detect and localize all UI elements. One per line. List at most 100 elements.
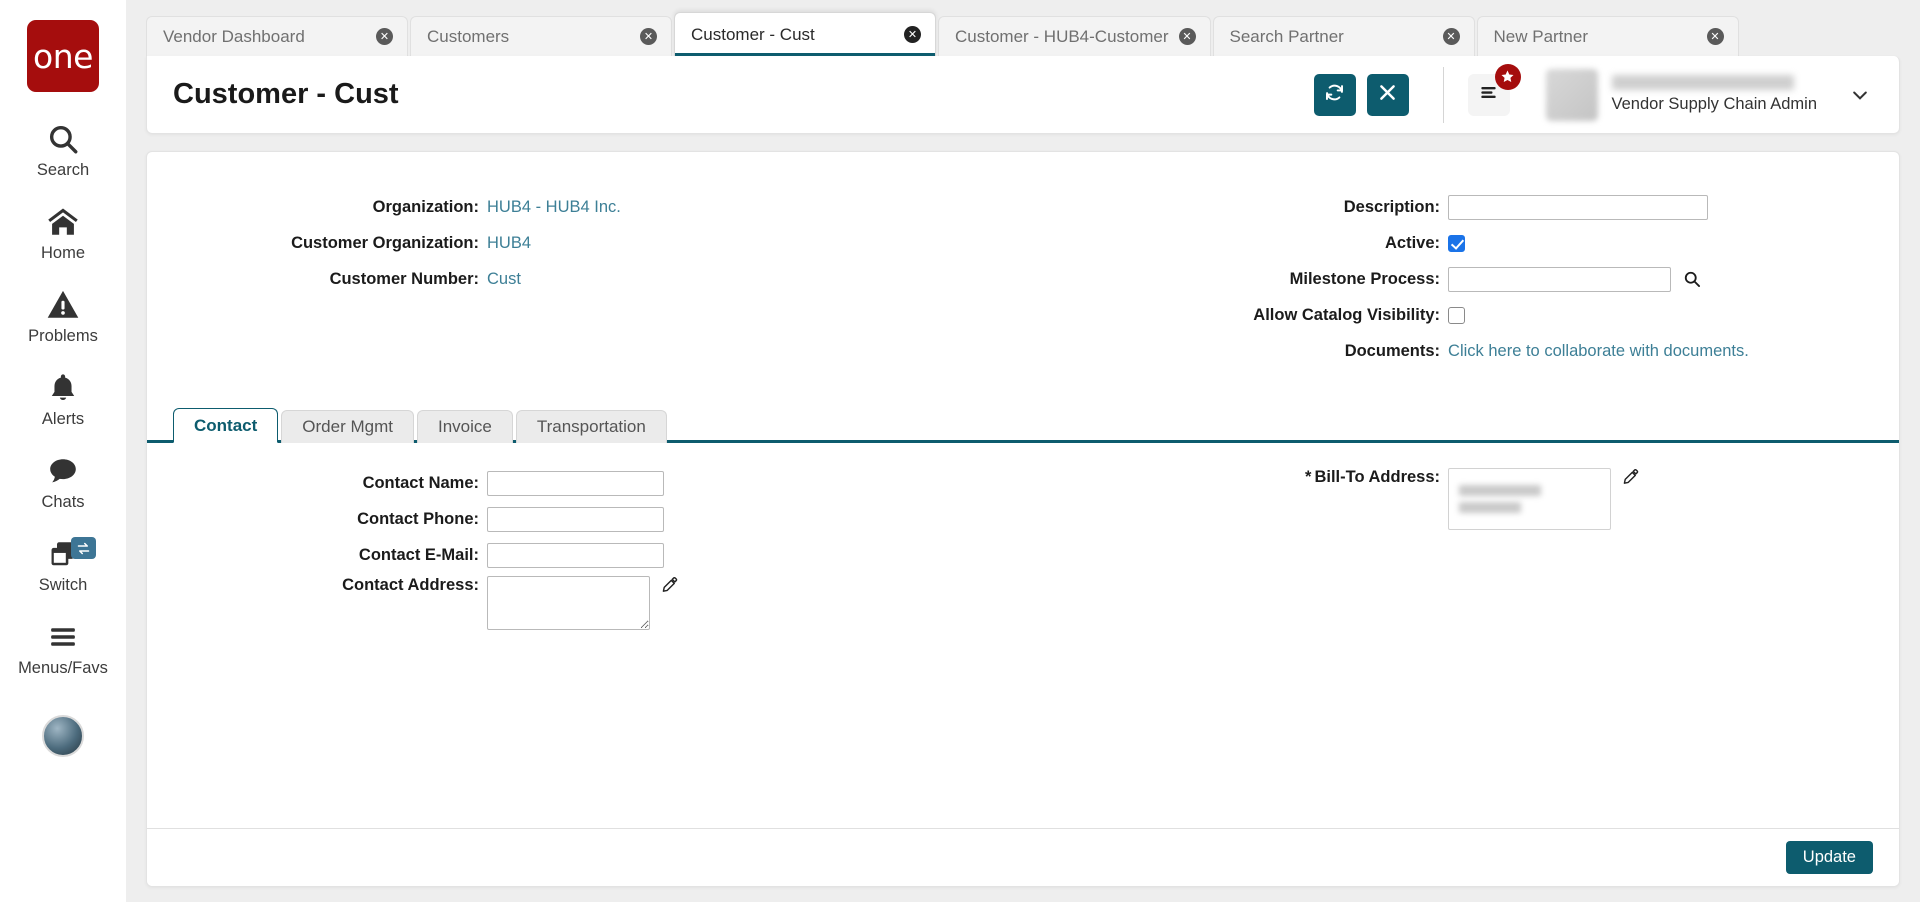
customer-detail-form: Organization: HUB4 - HUB4 Inc. Customer …: [147, 152, 1899, 372]
field-label: Milestone Process:: [1289, 269, 1441, 288]
tab-label: Customer - HUB4-Customer: [955, 26, 1169, 46]
documents-collaborate-link[interactable]: Click here to collaborate with documents…: [1448, 342, 1749, 361]
tab-invoice[interactable]: Invoice: [416, 410, 513, 443]
sidebar-item-home[interactable]: Home: [0, 203, 126, 263]
tab-new-partner[interactable]: New Partner ✕: [1476, 16, 1739, 56]
form-column-right: Description: Active: Milestone Process:: [1058, 192, 1899, 372]
sidebar-item-menus-favs[interactable]: Menus/Favs: [0, 618, 126, 678]
tab-label: New Partner: [1493, 26, 1588, 46]
hamburger-icon: [46, 618, 80, 656]
chat-bubble-icon: [46, 452, 80, 490]
tab-label: Customers: [427, 26, 510, 46]
header-divider: [1442, 66, 1444, 123]
magnifier-icon[interactable]: [1682, 269, 1702, 289]
form-column-left: Organization: HUB4 - HUB4 Inc. Customer …: [147, 192, 1058, 372]
field-contact-phone: Contact Phone:: [147, 504, 1058, 534]
tab-order-mgmt[interactable]: Order Mgmt: [281, 410, 414, 443]
sidebar-item-label: Problems: [28, 327, 98, 345]
swap-arrows-icon[interactable]: [71, 537, 96, 559]
field-contact-address: Contact Address:: [147, 576, 1058, 630]
field-label: Contact E-Mail:: [358, 545, 479, 564]
sidebar-item-chats[interactable]: Chats: [0, 452, 126, 512]
field-label: Description:: [1343, 197, 1441, 216]
field-active: Active:: [1058, 228, 1899, 258]
field-documents: Documents: Click here to collaborate wit…: [1058, 336, 1899, 366]
tab-search-partner[interactable]: Search Partner ✕: [1212, 16, 1475, 56]
contact-name-input[interactable]: [487, 470, 664, 496]
tab-contact[interactable]: Contact: [173, 408, 279, 443]
edit-pencil-icon[interactable]: [1622, 468, 1640, 486]
tab-vendor-dashboard[interactable]: Vendor Dashboard ✕: [146, 16, 408, 56]
refresh-icon: [1324, 82, 1345, 108]
contact-fields-left: Contact Name: Contact Phone: Contact E-M…: [147, 468, 1058, 636]
active-checkbox[interactable]: [1448, 234, 1466, 252]
sidebar-item-alerts[interactable]: Alerts: [0, 369, 126, 429]
edit-pencil-icon[interactable]: [661, 576, 679, 594]
page-title: Customer - Cust: [173, 78, 399, 110]
application-root: one Search Home Problems Alerts Chats Sw…: [0, 0, 1920, 902]
organization-link[interactable]: HUB4 - HUB4 Inc.: [487, 198, 621, 217]
field-milestone-process: Milestone Process:: [1058, 264, 1899, 294]
field-label: Documents:: [1344, 341, 1441, 360]
main-area: Vendor Dashboard ✕ Customers ✕ Customer …: [126, 0, 1920, 902]
card-footer: Update: [147, 828, 1899, 886]
sidebar-item-problems[interactable]: Problems: [0, 286, 126, 346]
field-label: * Bill-To Address:: [1058, 468, 1448, 487]
user-role-label: Vendor Supply Chain Admin: [1611, 95, 1817, 113]
tab-label: Contact: [194, 415, 258, 435]
tab-customers[interactable]: Customers ✕: [410, 16, 672, 56]
browser-tabstrip: Vendor Dashboard ✕ Customers ✕ Customer …: [126, 0, 1920, 56]
tab-label: Vendor Dashboard: [163, 26, 305, 46]
tab-customer-hub4-customer[interactable]: Customer - HUB4-Customer ✕: [938, 16, 1211, 56]
warning-triangle-icon: [46, 286, 80, 324]
bell-icon: [47, 369, 79, 407]
milestone-process-input[interactable]: [1448, 266, 1672, 292]
user-meta: Vendor Supply Chain Admin: [1611, 75, 1817, 114]
field-bill-to-address: * Bill-To Address:: [1058, 468, 1899, 530]
field-contact-email: Contact E-Mail:: [147, 540, 1058, 570]
description-input[interactable]: [1448, 194, 1709, 220]
bill-to-address-box[interactable]: [1448, 468, 1612, 530]
field-label: Contact Name:: [362, 473, 479, 492]
customer-organization-link[interactable]: HUB4: [487, 234, 531, 253]
field-label: Contact Phone:: [357, 509, 479, 528]
tab-customer-cust[interactable]: Customer - Cust ✕: [674, 12, 936, 56]
contact-address-textarea[interactable]: [487, 576, 650, 630]
allow-catalog-visibility-checkbox[interactable]: [1448, 306, 1466, 324]
field-customer-organization: Customer Organization: HUB4: [147, 228, 1058, 258]
hamburger-menu-icon: [1477, 83, 1500, 107]
field-label: Allow Catalog Visibility:: [1253, 305, 1441, 324]
sidebar-item-label: Alerts: [41, 410, 85, 428]
customer-number-value[interactable]: Cust: [487, 270, 521, 289]
refresh-button[interactable]: [1313, 73, 1356, 116]
sidebar-item-label: Home: [40, 244, 85, 262]
field-allow-catalog-visibility: Allow Catalog Visibility:: [1058, 300, 1899, 330]
close-icon[interactable]: ✕: [1178, 28, 1196, 45]
close-icon[interactable]: ✕: [376, 28, 393, 45]
app-logo-text: one: [33, 36, 93, 76]
close-icon[interactable]: ✕: [1706, 28, 1724, 45]
tab-transportation[interactable]: Transportation: [515, 410, 667, 443]
sidebar-item-label: Switch: [38, 576, 88, 594]
field-organization: Organization: HUB4 - HUB4 Inc.: [147, 192, 1058, 222]
close-icon[interactable]: ✕: [640, 28, 657, 45]
update-button[interactable]: Update: [1785, 841, 1873, 874]
chevron-down-icon[interactable]: [1843, 78, 1877, 112]
sidebar-item-label: Search: [36, 161, 90, 179]
tab-label: Customer - Cust: [691, 24, 815, 44]
sidebar-item-switch[interactable]: Switch: [0, 535, 126, 595]
contact-tab-panel: Contact Name: Contact Phone: Contact E-M…: [147, 446, 1899, 636]
user-profile[interactable]: Vendor Supply Chain Admin: [1545, 68, 1877, 121]
bill-to-address-redacted-line: [1459, 485, 1542, 496]
close-page-button[interactable]: [1366, 73, 1409, 116]
header-menu-button[interactable]: [1467, 63, 1521, 116]
avatar[interactable]: [42, 715, 84, 757]
sidebar-item-search[interactable]: Search: [0, 120, 126, 180]
app-logo[interactable]: one: [27, 20, 99, 92]
close-icon[interactable]: ✕: [1442, 28, 1460, 45]
contact-phone-input[interactable]: [487, 506, 664, 532]
contact-email-input[interactable]: [487, 542, 664, 568]
left-sidebar: one Search Home Problems Alerts Chats Sw…: [0, 0, 126, 902]
close-icon: [1377, 82, 1398, 108]
close-icon[interactable]: ✕: [904, 26, 921, 43]
